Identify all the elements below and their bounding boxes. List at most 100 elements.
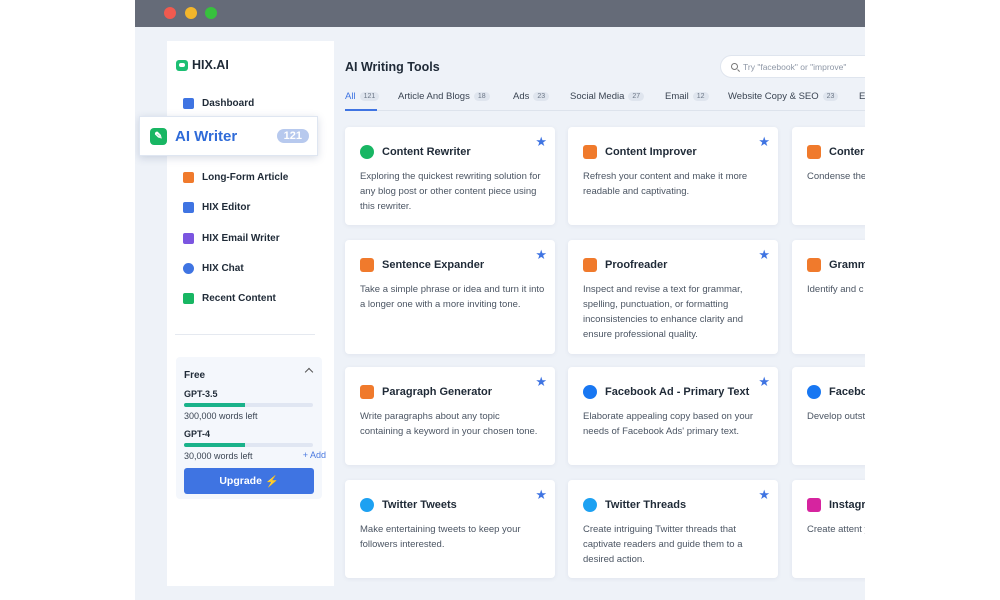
gpt4-usage-bar <box>184 443 313 447</box>
tool-card-description: Elaborate appealing copy based on your n… <box>583 411 754 437</box>
tool-card-title: Sentence Expander <box>382 259 485 271</box>
twitter-icon <box>583 498 597 512</box>
sidebar-item-hix-editor[interactable]: HIX Editor <box>183 202 250 213</box>
tool-card[interactable]: Twitter Threads ★ Create intriguing Twitte… <box>568 480 778 578</box>
chevron-up-icon[interactable] <box>304 367 314 377</box>
tool-card-header: Paragraph Generator <box>360 385 492 399</box>
favorite-star-icon[interactable]: ★ <box>758 488 770 501</box>
favorite-star-icon[interactable]: ★ <box>758 248 770 261</box>
hix-logo-icon <box>176 59 188 71</box>
sidebar-item-recent-content[interactable]: Recent Content <box>183 293 276 304</box>
home-icon <box>183 98 194 109</box>
favorite-star-icon[interactable]: ★ <box>758 135 770 148</box>
add-words-link[interactable]: + Add <box>303 450 326 460</box>
facebook-icon <box>583 385 597 399</box>
rewrite-icon <box>360 145 374 159</box>
sidebar-item-hix-chat[interactable]: HIX Chat <box>183 263 244 274</box>
tool-card-description: Take a simple phrase or idea and turn it… <box>360 284 545 310</box>
tool-card-title: Gramm <box>829 259 865 271</box>
tab-label: Social Media <box>570 91 625 102</box>
upgrade-button[interactable]: Upgrade ⚡ <box>184 468 314 494</box>
tool-card-description: Identify and c to improve cl credibility… <box>807 284 865 295</box>
favorite-star-icon[interactable]: ★ <box>535 135 547 148</box>
sidebar-item-dashboard[interactable]: Dashboard <box>183 98 254 109</box>
search-input[interactable]: Try "facebook" or "improve" <box>720 55 865 78</box>
tool-card[interactable]: Twitter Tweets ★ Make entertaining tweets … <box>345 480 555 578</box>
sidebar-item-label: Dashboard <box>202 98 255 109</box>
upgrade-label: Upgrade <box>219 475 262 487</box>
tool-card-header: Facebook Ad - Primary Text <box>583 385 749 399</box>
logo[interactable]: HIX.AI <box>176 58 229 72</box>
tool-card-title: Facebo <box>829 386 865 398</box>
tab-website-copy-seo[interactable]: Website Copy & SEO 23 <box>728 91 839 102</box>
tool-card-header: Twitter Tweets <box>360 498 457 512</box>
chat-icon <box>183 263 194 274</box>
paragraph-icon <box>360 385 374 399</box>
sidebar-item-long-form-article[interactable]: Long-Form Article <box>183 172 288 183</box>
tool-card[interactable]: Content Rewriter ★ Exploring the quickest … <box>345 127 555 225</box>
logo-text: HIX.AI <box>192 58 229 72</box>
sidebar-item-hix-email-writer[interactable]: HIX Email Writer <box>183 233 280 244</box>
tab-more[interactable]: E <box>859 91 865 102</box>
minimize-window-button[interactable] <box>185 7 197 19</box>
favorite-star-icon[interactable]: ★ <box>535 248 547 261</box>
gpt35-words-left: 300,000 words left <box>184 411 258 421</box>
tool-card[interactable]: Facebo Develop outst purpose of yo <box>792 367 865 465</box>
search-placeholder: Try "facebook" or "improve" <box>743 61 847 72</box>
tool-card-header: Proofreader <box>583 258 667 272</box>
sidebar-item-label: Long-Form Article <box>202 172 289 183</box>
tool-card-description: Create intriguing Twitter threads that c… <box>583 524 743 565</box>
tool-card-description: Develop outst purpose of yo <box>807 411 865 422</box>
close-window-button[interactable] <box>164 7 176 19</box>
tool-card[interactable]: Proofreader ★ Inspect and revise a text fo… <box>568 240 778 354</box>
tab-article-and-blogs[interactable]: Article And Blogs 18 <box>398 91 490 102</box>
gpt35-usage-bar <box>184 403 313 407</box>
tool-card-title: Twitter Threads <box>605 499 687 511</box>
tool-card-title: Twitter Tweets <box>382 499 457 511</box>
ai-writer-count-badge: 121 <box>276 129 309 143</box>
maximize-window-button[interactable] <box>205 7 217 19</box>
tool-card-title: Content Rewriter <box>382 146 471 158</box>
sidebar: HIX.AI Dashboard ✎ AI Writer 121 Long-Fo… <box>139 41 334 586</box>
gpt4-usage-fill <box>184 443 245 447</box>
tool-card[interactable]: Sentence Expander ★ Take a simple phrase o… <box>345 240 555 354</box>
favorite-star-icon[interactable]: ★ <box>535 488 547 501</box>
tool-card-title: Paragraph Generator <box>382 386 493 398</box>
tool-card-description: Refresh your content and make it more re… <box>583 171 748 197</box>
tool-card[interactable]: Content Improver ★ Refresh your content an… <box>568 127 778 225</box>
tab-ads[interactable]: Ads 23 <box>513 91 550 102</box>
tool-card-description: Write paragraphs about any topic contain… <box>360 411 538 437</box>
improve-icon <box>583 145 597 159</box>
search-icon <box>731 63 738 70</box>
tool-card-header: Gramm <box>807 258 865 272</box>
tool-card-description: Inspect and revise a text for grammar, s… <box>583 284 744 340</box>
tool-card[interactable]: Paragraph Generator ★ Write paragraphs abo… <box>345 367 555 465</box>
tab-count-badge: 12 <box>692 92 709 101</box>
tab-all[interactable]: All 121 <box>345 91 380 102</box>
favorite-star-icon[interactable]: ★ <box>758 375 770 388</box>
tool-card-header: Instagr <box>807 498 865 512</box>
tab-social-media[interactable]: Social Media 27 <box>570 91 645 102</box>
recent-icon <box>183 293 194 304</box>
tool-card-description: Condense the effective and <box>807 171 865 182</box>
gpt4-words-left: 30,000 words left <box>184 451 253 461</box>
sidebar-item-label: Recent Content <box>202 293 276 304</box>
tool-card[interactable]: Conter Condense the effective and <box>792 127 865 225</box>
tab-label: Article And Blogs <box>398 91 470 102</box>
favorite-star-icon[interactable]: ★ <box>535 375 547 388</box>
active-tab-indicator <box>345 109 377 111</box>
sidebar-item-ai-writer[interactable]: ✎ AI Writer 121 <box>139 116 318 156</box>
lightning-icon: ⚡ <box>264 475 279 488</box>
sidebar-item-label: HIX Email Writer <box>202 233 280 244</box>
proofread-icon <box>583 258 597 272</box>
tool-card-header: Facebo <box>807 385 865 399</box>
tool-card[interactable]: Instagr Create attent your posts on <box>792 480 865 578</box>
ai-writer-label: AI Writer <box>175 127 238 145</box>
tab-email[interactable]: Email 12 <box>665 91 709 102</box>
tab-label: Website Copy & SEO <box>728 91 819 102</box>
app-window: HIX.AI Dashboard ✎ AI Writer 121 Long-Fo… <box>135 0 865 600</box>
tool-card[interactable]: Gramm Identify and c to improve cl credib… <box>792 240 865 354</box>
tool-card[interactable]: Facebook Ad - Primary Text ★ Elaborate app… <box>568 367 778 465</box>
tab-label: E <box>859 91 865 102</box>
tool-card-header: Content Improver <box>583 145 697 159</box>
